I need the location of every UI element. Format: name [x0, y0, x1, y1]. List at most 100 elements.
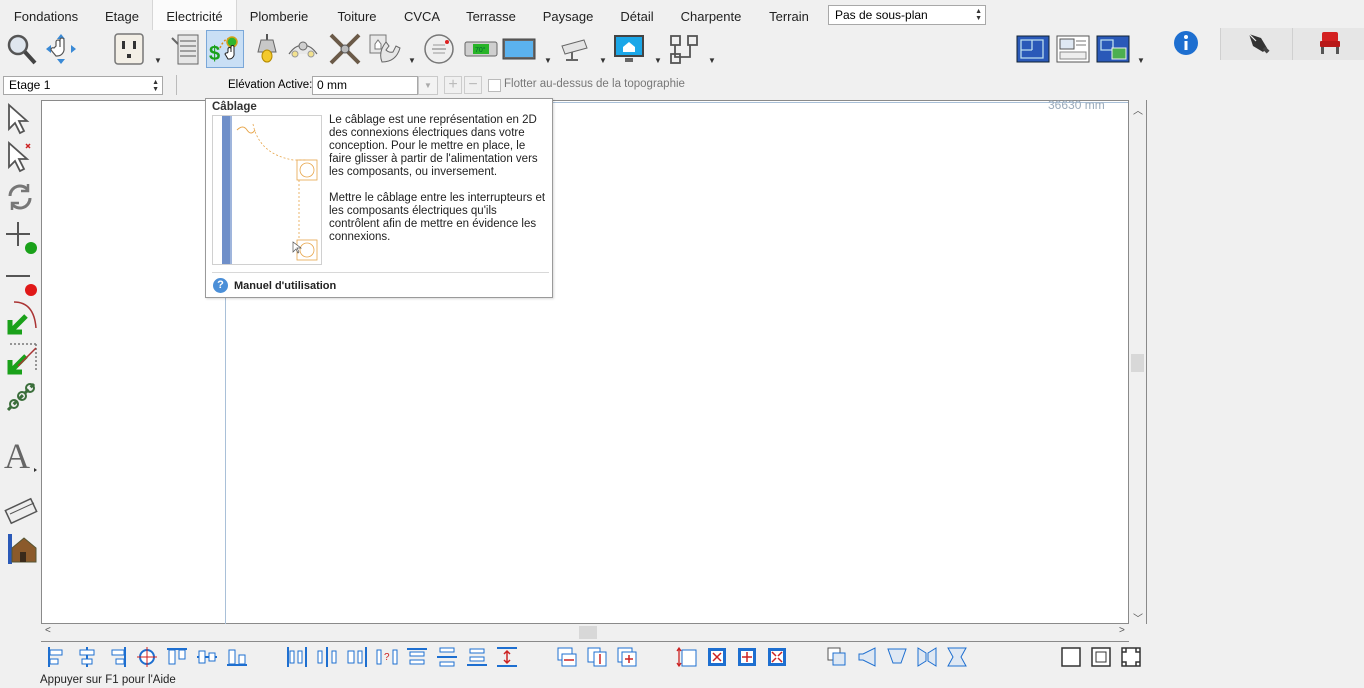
tab-plomberie[interactable]: Plomberie [236, 0, 322, 30]
wiring-route-icon[interactable] [668, 32, 702, 66]
view-dropdown-icon[interactable]: ▼ [1137, 56, 1145, 65]
tab-electricite[interactable]: Electricité [152, 0, 237, 30]
pen-tab[interactable] [1220, 28, 1293, 60]
align-top-icon[interactable] [166, 646, 188, 668]
tab-etage[interactable]: Etage [92, 0, 152, 30]
wiring-icon[interactable]: $ [208, 32, 242, 66]
float-checkbox[interactable] [488, 79, 501, 92]
scroll-down-icon[interactable]: ﹀ [1133, 610, 1143, 625]
chair-icon [1320, 32, 1340, 54]
camera-dropdown-icon[interactable]: ▼ [599, 56, 607, 65]
shrink-box-icon[interactable] [766, 646, 788, 668]
break-arc-icon[interactable] [4, 300, 38, 336]
perspective-horizontal-icon[interactable] [916, 646, 938, 668]
layout-view-icon[interactable] [1056, 32, 1090, 66]
tab-charpente[interactable]: Charpente [668, 0, 754, 30]
electrical-panel-icon[interactable] [170, 32, 204, 66]
tab-terrain[interactable]: Terrain [754, 0, 824, 30]
select-edit-arrow-icon[interactable] [4, 140, 36, 174]
tab-cvca[interactable]: CVCA [392, 0, 452, 30]
break-line-icon[interactable] [4, 340, 38, 376]
camera-view-icon[interactable] [1096, 32, 1130, 66]
tab-toiture[interactable]: Toiture [322, 0, 392, 30]
space-middle-icon[interactable] [436, 646, 458, 668]
align-left-icon[interactable] [46, 646, 68, 668]
fit-box-icon[interactable] [706, 646, 728, 668]
perspective-top-icon[interactable] [886, 646, 908, 668]
horizontal-scrollbar[interactable]: < > [41, 624, 1129, 642]
elevation-label: Elévation Active: [228, 79, 313, 91]
security-camera-icon[interactable] [558, 32, 592, 66]
distribute-horizontal-icon[interactable]: ? [376, 646, 398, 668]
ceiling-fan-icon[interactable] [328, 32, 362, 66]
ceiling-light-icon[interactable] [250, 32, 284, 66]
expand-box-icon[interactable] [736, 646, 758, 668]
align-middle-icon[interactable] [196, 646, 218, 668]
network-dropdown-icon[interactable]: ▼ [654, 56, 662, 65]
copy-transform-icon[interactable] [826, 646, 848, 668]
tv-dropdown-icon[interactable]: ▼ [544, 56, 552, 65]
elevation-dropdown-icon[interactable]: ▼ [418, 76, 438, 95]
frame-square-icon[interactable] [1060, 646, 1082, 668]
vertical-scroll-thumb[interactable] [1131, 354, 1144, 372]
match-height-icon[interactable] [586, 646, 608, 668]
floor-select[interactable]: Etage 1 ▲ ▼ [3, 76, 163, 95]
delete-point-icon[interactable] [4, 262, 38, 298]
route-dropdown-icon[interactable]: ▼ [708, 56, 716, 65]
intercom-phone-icon[interactable] [368, 32, 402, 66]
distribute-left-icon[interactable] [286, 646, 308, 668]
tab-terrasse[interactable]: Terrasse [452, 0, 530, 30]
tab-detail[interactable]: Détail [606, 0, 668, 30]
film-icon[interactable] [4, 494, 38, 526]
outlet-dropdown-icon[interactable]: ▼ [154, 56, 162, 65]
space-bottom-icon[interactable] [466, 646, 488, 668]
add-point-icon[interactable] [4, 220, 38, 256]
distribute-vertical-icon[interactable] [496, 646, 518, 668]
perspective-left-icon[interactable] [856, 646, 878, 668]
match-width-icon[interactable] [556, 646, 578, 668]
distribute-right-icon[interactable] [346, 646, 368, 668]
computer-network-icon[interactable] [612, 32, 646, 66]
distribute-center-icon[interactable] [316, 646, 338, 668]
vertical-scrollbar[interactable]: ︿ ﹀ [1129, 100, 1147, 625]
zoom-icon[interactable] [4, 32, 38, 66]
align-center-icon[interactable] [76, 646, 98, 668]
resize-vertical-icon[interactable] [676, 646, 698, 668]
dimension-line [553, 102, 1128, 103]
space-top-icon[interactable] [406, 646, 428, 668]
house-view-icon[interactable] [4, 532, 38, 566]
frame-corners-icon[interactable] [1120, 646, 1142, 668]
tab-fondations[interactable]: Fondations [0, 0, 92, 30]
scroll-up-icon[interactable]: ︿ [1133, 102, 1143, 117]
text-tool-icon[interactable]: A [2, 436, 40, 476]
info-tab[interactable] [1148, 28, 1220, 60]
perspective-vertical-icon[interactable] [946, 646, 968, 668]
tv-icon[interactable] [502, 32, 536, 66]
phone-dropdown-icon[interactable]: ▼ [408, 56, 416, 65]
chain-icon[interactable] [4, 380, 38, 416]
minus-icon[interactable]: − [464, 76, 482, 94]
align-right-icon[interactable] [106, 646, 128, 668]
user-manual-link[interactable]: Manuel d'utilisation [234, 280, 336, 292]
select-arrow-icon[interactable] [4, 102, 36, 136]
plan-view-icon[interactable] [1016, 32, 1050, 66]
align-center-both-icon[interactable] [136, 646, 158, 668]
help-icon[interactable]: ? [213, 278, 228, 293]
outlet-icon[interactable] [112, 32, 146, 66]
plus-icon[interactable]: + [444, 76, 462, 94]
pan-icon[interactable] [44, 32, 78, 66]
tab-paysage[interactable]: Paysage [530, 0, 606, 30]
frame-nested-icon[interactable] [1090, 646, 1112, 668]
align-bottom-icon[interactable] [226, 646, 248, 668]
thermostat-icon[interactable]: 70° [464, 32, 498, 66]
horizontal-scroll-thumb[interactable] [579, 626, 597, 639]
elevation-input[interactable]: 0 mm [312, 76, 418, 95]
rotate-icon[interactable] [4, 180, 36, 214]
ceiling-fan-light-icon[interactable] [286, 32, 320, 66]
chair-tab[interactable] [1292, 28, 1364, 60]
subplan-select[interactable]: Pas de sous-plan ▲ ▼ [828, 5, 986, 25]
match-size-icon[interactable] [616, 646, 638, 668]
scroll-right-icon[interactable]: > [1119, 625, 1125, 636]
smoke-detector-icon[interactable] [422, 32, 456, 66]
scroll-left-icon[interactable]: < [45, 625, 51, 636]
